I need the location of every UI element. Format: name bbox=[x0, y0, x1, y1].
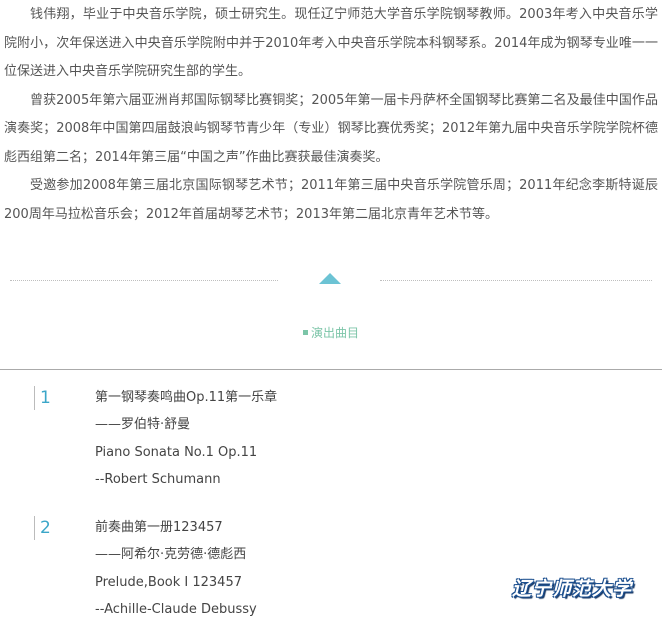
bio-paragraph-2: 曾获2005年第六届亚洲肖邦国际钢琴比赛铜奖；2005年第一届卡丹萨杯全国钢琴比… bbox=[4, 92, 658, 165]
composer-cn: ——阿希尔·克劳德·德彪西 bbox=[95, 547, 247, 563]
section-divider bbox=[10, 270, 652, 290]
bio-paragraph-1: 钱伟翔，毕业于中央音乐学院，硕士研究生。现任辽宁师范大学音乐学院钢琴教师。200… bbox=[4, 7, 658, 79]
piece-title-en: Piano Sonata No.1 Op.11 bbox=[95, 444, 258, 460]
program-item: 1 第一钢琴奏鸣曲Op.11第一乐章 ——罗伯特·舒曼 Piano Sonata… bbox=[0, 384, 662, 514]
triangle-up-icon[interactable] bbox=[319, 273, 341, 284]
program-list: 1 第一钢琴奏鸣曲Op.11第一乐章 ——罗伯特·舒曼 Piano Sonata… bbox=[0, 384, 662, 644]
section-title-text: 演出曲目 bbox=[310, 326, 359, 340]
composer-en: --Achille-Claude Debussy bbox=[95, 601, 257, 617]
piece-title-cn: 第一钢琴奏鸣曲Op.11第一乐章 bbox=[95, 390, 278, 405]
watermark-logo: 辽宁师范大学 bbox=[512, 574, 632, 601]
program-number: 2 bbox=[34, 516, 54, 540]
watermark-text: 辽宁师范大学 bbox=[512, 578, 633, 600]
bio-paragraph-3: 受邀参加2008年第三届北京国际钢琴艺术节；2011年第三届中央音乐学院管乐周；… bbox=[4, 178, 658, 222]
dotted-line-left bbox=[10, 280, 278, 281]
dotted-line-right bbox=[380, 280, 652, 281]
composer-en: --Robert Schumann bbox=[95, 471, 221, 487]
composer-cn: ——罗伯特·舒曼 bbox=[95, 417, 191, 433]
program-details: 前奏曲第一册123457 ——阿希尔·克劳德·德彪西 Prelude,Book … bbox=[95, 514, 257, 623]
program-details: 第一钢琴奏鸣曲Op.11第一乐章 ——罗伯特·舒曼 Piano Sonata N… bbox=[95, 384, 277, 493]
piece-title-cn: 前奏曲第一册123457 bbox=[95, 520, 223, 535]
square-bullet-icon bbox=[302, 330, 308, 335]
piece-title-en: Prelude,Book I 123457 bbox=[95, 574, 242, 590]
horizontal-rule bbox=[0, 369, 662, 370]
program-number: 1 bbox=[34, 386, 54, 410]
section-title: 演出曲目 bbox=[0, 324, 662, 341]
biography: 钱伟翔，毕业于中央音乐学院，硕士研究生。现任辽宁师范大学音乐学院钢琴教师。200… bbox=[4, 1, 658, 229]
